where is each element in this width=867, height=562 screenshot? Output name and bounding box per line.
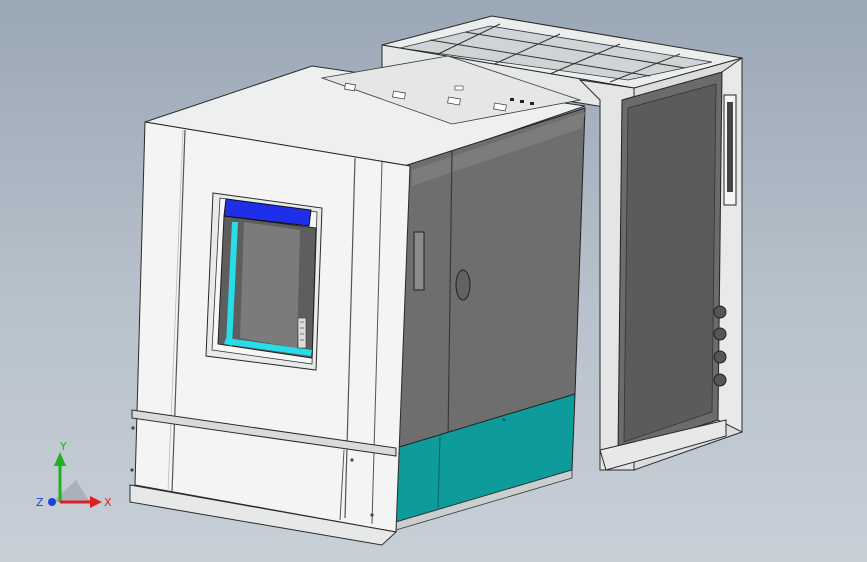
x-axis-label: X (104, 496, 112, 509)
cable-port-2 (713, 327, 727, 341)
chamber-right-face (397, 107, 586, 449)
front-test-chamber[interactable] (129, 55, 586, 546)
door-hinge (413, 231, 425, 291)
y-axis-label: Y (59, 440, 67, 453)
cable-port-4 (713, 373, 727, 387)
cad-viewport[interactable]: Y X Z (0, 0, 867, 562)
cable-port-3 (713, 350, 727, 364)
orientation-triad: Y X Z (36, 440, 112, 509)
cable-hole (455, 269, 471, 301)
cable-port-1 (713, 305, 727, 319)
viewing-window[interactable] (205, 192, 323, 371)
z-axis-label: Z (36, 496, 44, 509)
z-axis-arrow (48, 498, 56, 506)
chamber-model[interactable] (0, 0, 867, 562)
